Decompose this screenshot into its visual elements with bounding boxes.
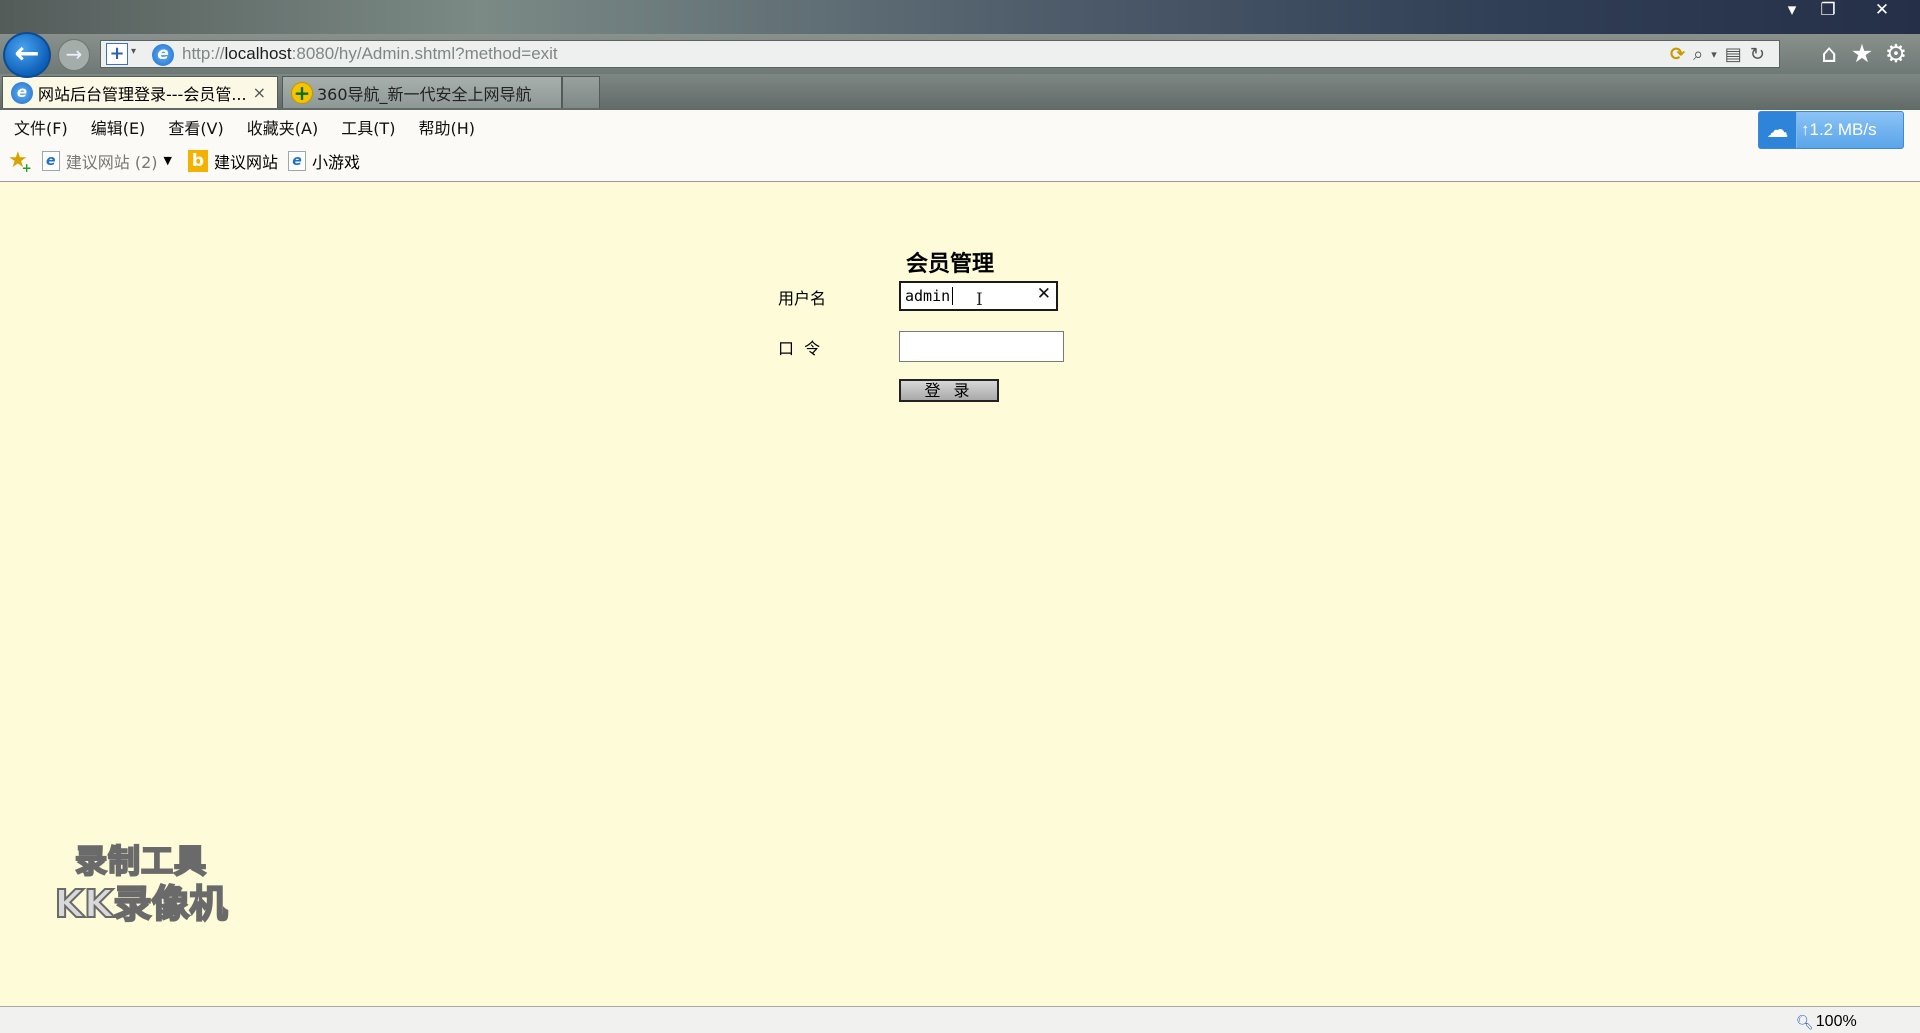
ie-page-icon: e [287,150,306,171]
url-path: :8080/hy/Admin.shtml?method=exit [291,44,558,63]
forward-button[interactable]: → [58,39,90,71]
login-button[interactable]: 登 录 [899,379,999,402]
clear-input-icon[interactable]: ✕ [1037,284,1051,304]
menu-file[interactable]: 文件(F) [14,115,68,139]
tab-title: 360导航_新一代安全上网导航 [317,84,532,104]
tab-360-nav[interactable]: + 360导航_新一代安全上网导航 [282,76,562,108]
menu-help[interactable]: 帮助(H) [418,115,475,139]
favorites-item-mini-games[interactable]: e 小游戏 [287,149,360,173]
password-field[interactable] [899,331,1064,362]
add-favorite-icon[interactable]: ★ + [8,148,32,175]
network-speed-badge[interactable]: ☁ ↑ 1.2 MB/s [1758,111,1904,149]
minimize-icon[interactable]: ▾ [1774,0,1810,22]
username-value: admin [905,287,951,305]
menu-favorites[interactable]: 收藏夹(A) [247,115,318,139]
ie-page-icon: e [152,44,174,66]
zoom-control[interactable]: 🔍︎ 100% [1796,1013,1857,1031]
password-label: 口 令 [778,339,821,358]
page-title: 会员管理 [906,252,995,277]
zoom-magnifier-icon: 🔍︎ [1796,1013,1814,1030]
back-button[interactable]: ← [3,32,51,78]
menu-tools[interactable]: 工具(T) [341,115,395,139]
close-tab-icon[interactable]: × [253,83,266,102]
tab-title: 网站后台管理登录---会员管... [38,84,247,104]
cloud-icon: ☁ [1759,112,1797,148]
chevron-down-icon[interactable]: ▼ [164,154,172,167]
speed-value: 1.2 MB/s [1809,120,1877,139]
menu-view[interactable]: 查看(V) [168,115,223,139]
add-site-icon[interactable]: + [106,43,128,65]
window-title-bar [0,0,1920,34]
search-icon[interactable]: ⌕ [1693,44,1703,65]
compatibility-view-icon[interactable]: ▤ [1725,44,1742,65]
favorites-bar: ★ + e 建议网站 (2) ▼ b 建议网站 e 小游戏 [8,148,360,175]
favorites-item-suggested-sites-group[interactable]: e 建议网站 (2) ▼ [41,149,172,173]
text-caret [952,287,953,305]
home-icon[interactable]: ⌂ [1814,39,1844,69]
ie-page-icon: e [11,81,33,104]
restore-icon[interactable]: ❐ [1810,0,1846,22]
refresh-icon[interactable]: ↻ [1750,44,1765,65]
forward-arrow-icon: → [65,42,83,66]
url-text[interactable]: http://localhost:8080/hy/Admin.shtml?met… [182,44,558,64]
recorder-watermark: 录制工具 KK录像机 [46,836,236,927]
back-arrow-icon: ← [14,36,40,71]
menu-edit[interactable]: 编辑(E) [91,115,146,139]
ie-page-icon: e [41,150,60,171]
watermark-line-2: KK录像机 [54,881,229,927]
compatibility-icon[interactable]: ⟳ [1670,44,1685,65]
fav-label: 建议网站 (2) [65,152,158,172]
ibeam-cursor-icon: I [976,290,983,310]
upload-arrow-icon: ↑ [1801,120,1810,139]
status-bar [0,1006,1920,1033]
close-window-icon[interactable]: ✕ [1864,0,1900,22]
zoom-level: 100% [1815,1013,1857,1030]
watermark-line-1: 录制工具 [74,841,207,881]
menu-bar: 文件(F) 编辑(E) 查看(V) 收藏夹(A) 工具(T) 帮助(H) [14,115,475,139]
bing-icon: b [187,149,208,172]
url-prefix: http:// [182,44,225,63]
url-host: localhost [224,44,292,63]
new-tab-button[interactable] [562,76,600,108]
favorites-item-suggested-sites[interactable]: b 建议网站 [187,149,278,173]
gear-icon[interactable]: ⚙ [1881,39,1911,69]
tab-admin-login[interactable]: e 网站后台管理登录---会员管... × [2,76,278,108]
chevron-down-icon[interactable]: ▾ [131,46,136,57]
username-label: 用户名 [778,289,827,308]
360-favicon-icon: + [291,81,313,104]
chevron-down-icon[interactable]: ▾ [1711,48,1717,61]
fav-label: 建议网站 [213,152,278,172]
favorites-star-icon[interactable]: ★ [1847,39,1877,69]
fav-label: 小游戏 [311,152,360,172]
